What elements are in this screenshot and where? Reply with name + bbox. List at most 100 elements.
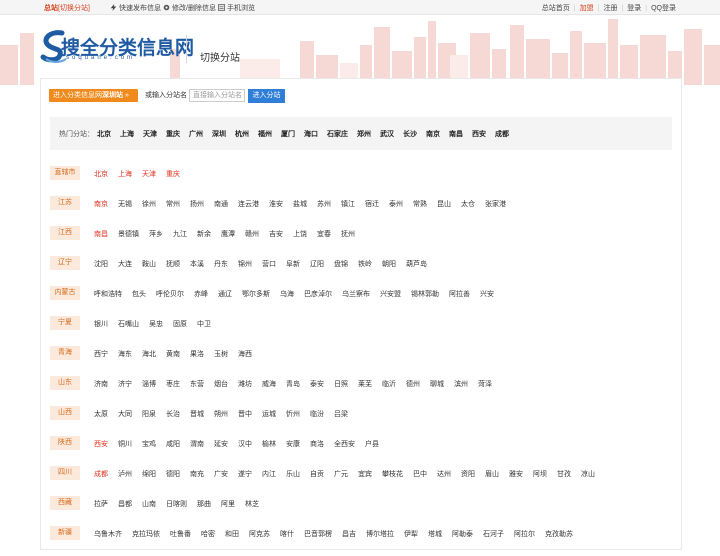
city-link[interactable]: 安康	[286, 439, 300, 449]
city-link[interactable]: 晋城	[190, 409, 204, 419]
city-link[interactable]: 中卫	[197, 319, 211, 329]
city-link[interactable]: 上饶	[293, 229, 307, 239]
city-link[interactable]: 凉山	[581, 469, 595, 479]
city-link[interactable]: 日喀则	[166, 499, 187, 509]
city-link[interactable]: 景德镇	[118, 229, 139, 239]
register-link[interactable]: 注册	[603, 5, 617, 12]
city-link[interactable]: 阿拉尔	[514, 529, 535, 539]
hot-site-link[interactable]: 重庆	[166, 129, 180, 139]
hot-site-link[interactable]: 深圳	[212, 129, 226, 139]
city-link[interactable]: 莱芜	[358, 379, 372, 389]
city-link[interactable]: 太原	[94, 409, 108, 419]
city-link[interactable]: 雅安	[509, 469, 523, 479]
city-link[interactable]: 本溪	[190, 259, 204, 269]
city-link[interactable]: 连云港	[238, 199, 259, 209]
city-link[interactable]: 营口	[262, 259, 276, 269]
city-link[interactable]: 阳泉	[142, 409, 156, 419]
province-name[interactable]: 宁夏	[50, 316, 80, 330]
city-link[interactable]: 固原	[173, 319, 187, 329]
province-name[interactable]: 江西	[50, 226, 80, 240]
city-link[interactable]: 常熟	[413, 199, 427, 209]
city-link[interactable]: 盐城	[293, 199, 307, 209]
hot-site-link[interactable]: 南昌	[449, 129, 463, 139]
city-link[interactable]: 日照	[334, 379, 348, 389]
city-link[interactable]: 乌鲁木齐	[94, 529, 122, 539]
city-link[interactable]: 南京	[94, 199, 108, 209]
city-link[interactable]: 克拉玛依	[132, 529, 160, 539]
province-name[interactable]: 山西	[50, 406, 80, 420]
enter-current-site-button[interactable]: 进入分类信息网深圳站 »	[49, 89, 138, 102]
city-link[interactable]: 塔城	[428, 529, 442, 539]
city-link[interactable]: 阿坝	[533, 469, 547, 479]
city-link[interactable]: 石嘴山	[118, 319, 139, 329]
hot-site-link[interactable]: 北京	[97, 129, 111, 139]
city-link[interactable]: 淄博	[142, 379, 156, 389]
city-link[interactable]: 包头	[132, 289, 146, 299]
city-link[interactable]: 太仓	[461, 199, 475, 209]
city-link[interactable]: 宝鸡	[142, 439, 156, 449]
city-link[interactable]: 林芝	[245, 499, 259, 509]
city-link[interactable]: 朝阳	[382, 259, 396, 269]
city-link[interactable]: 喀什	[280, 529, 294, 539]
city-link[interactable]: 攀枝花	[382, 469, 403, 479]
city-link[interactable]: 博尔塔拉	[366, 529, 394, 539]
city-link[interactable]: 青岛	[286, 379, 300, 389]
city-link[interactable]: 抚顺	[166, 259, 180, 269]
city-link[interactable]: 鹰潭	[221, 229, 235, 239]
hot-site-link[interactable]: 上海	[120, 129, 134, 139]
city-link[interactable]: 菏泽	[478, 379, 492, 389]
city-link[interactable]: 苏州	[317, 199, 331, 209]
city-link[interactable]: 伊犁	[404, 529, 418, 539]
city-link[interactable]: 海东	[118, 349, 132, 359]
city-link[interactable]: 泰安	[310, 379, 324, 389]
city-link[interactable]: 克孜勒苏	[545, 529, 573, 539]
city-link[interactable]: 淮安	[269, 199, 283, 209]
hot-site-link[interactable]: 郑州	[357, 129, 371, 139]
hot-site-link[interactable]: 长沙	[403, 129, 417, 139]
city-link[interactable]: 果洛	[190, 349, 204, 359]
city-link[interactable]: 德州	[406, 379, 420, 389]
city-link[interactable]: 宜宾	[358, 469, 372, 479]
city-link[interactable]: 吕梁	[334, 409, 348, 419]
city-link[interactable]: 广安	[214, 469, 228, 479]
city-link[interactable]: 商洛	[310, 439, 324, 449]
city-link[interactable]: 渭南	[190, 439, 204, 449]
city-link[interactable]: 萍乡	[149, 229, 163, 239]
city-link[interactable]: 阜新	[286, 259, 300, 269]
city-link[interactable]: 晋中	[238, 409, 252, 419]
city-link[interactable]: 上海	[118, 169, 132, 179]
city-link[interactable]: 泰州	[389, 199, 403, 209]
city-link[interactable]: 海西	[238, 349, 252, 359]
home-link[interactable]: 总站首页	[542, 5, 570, 12]
city-link[interactable]: 烟台	[214, 379, 228, 389]
city-link[interactable]: 吉安	[269, 229, 283, 239]
join-link[interactable]: 加盟	[580, 5, 594, 12]
city-link[interactable]: 乐山	[286, 469, 300, 479]
city-link[interactable]: 巴中	[413, 469, 427, 479]
city-link[interactable]: 昆山	[437, 199, 451, 209]
quick-post-link[interactable]: 快速发布信息	[110, 3, 161, 13]
province-name[interactable]: 陕西	[50, 436, 80, 450]
city-link[interactable]: 鞍山	[142, 259, 156, 269]
city-link[interactable]: 呼和浩特	[94, 289, 122, 299]
city-link[interactable]: 盘锦	[334, 259, 348, 269]
city-link[interactable]: 临沂	[382, 379, 396, 389]
city-link[interactable]: 葫芦岛	[406, 259, 427, 269]
province-name[interactable]: 内蒙古	[50, 286, 80, 300]
city-link[interactable]: 北京	[94, 169, 108, 179]
city-link[interactable]: 大同	[118, 409, 132, 419]
city-link[interactable]: 铜川	[118, 439, 132, 449]
hot-site-link[interactable]: 福州	[258, 129, 272, 139]
province-name[interactable]: 辽宁	[50, 256, 80, 270]
city-link[interactable]: 眉山	[485, 469, 499, 479]
city-link[interactable]: 乌海	[280, 289, 294, 299]
hot-site-link[interactable]: 西安	[472, 129, 486, 139]
city-link[interactable]: 成都	[94, 469, 108, 479]
login-link[interactable]: 登录	[627, 5, 641, 12]
city-link[interactable]: 拉萨	[94, 499, 108, 509]
city-link[interactable]: 山南	[142, 499, 156, 509]
city-link[interactable]: 吴忠	[149, 319, 163, 329]
city-link[interactable]: 乌兰察布	[342, 289, 370, 299]
city-link[interactable]: 咸阳	[166, 439, 180, 449]
city-link[interactable]: 巴音郭楞	[304, 529, 332, 539]
